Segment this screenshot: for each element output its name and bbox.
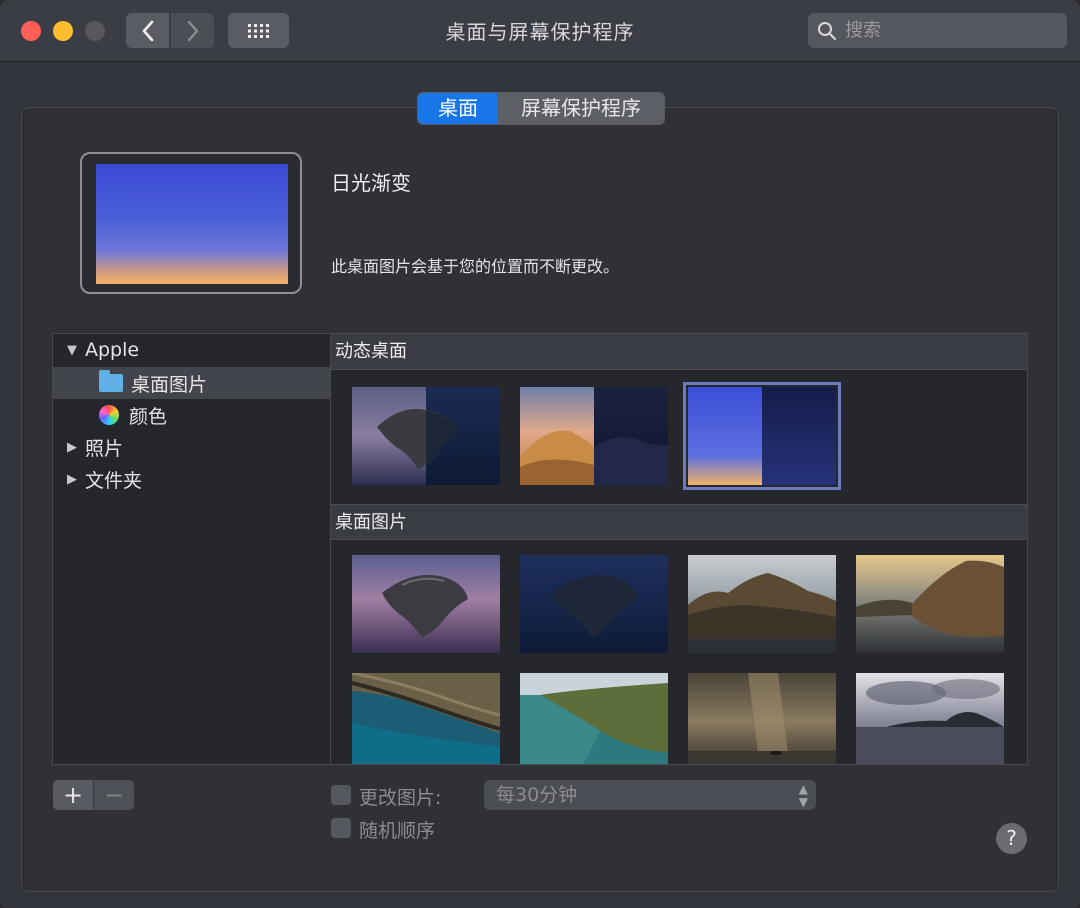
sidebar-item-colors[interactable]: 颜色 xyxy=(53,399,376,431)
sidebar-item-photos[interactable]: ▶ 照片 xyxy=(53,431,344,463)
interval-value: 每30分钟 xyxy=(496,784,578,806)
change-picture-checkbox[interactable] xyxy=(331,785,351,805)
wallpaper-image xyxy=(856,555,1004,653)
tab-bar: 桌面 屏幕保护程序 xyxy=(417,92,665,125)
wallpaper-thumb-catalina-dynamic[interactable] xyxy=(352,387,500,485)
random-order-label: 随机顺序 xyxy=(359,820,436,842)
disclosure-closed-icon[interactable]: ▶ xyxy=(67,472,85,487)
interval-select[interactable]: 每30分钟 ▲ ▼ xyxy=(484,780,816,810)
wallpaper-thumb-mojave-dynamic[interactable] xyxy=(520,387,668,485)
system-preferences-window: 桌面与屏幕保护程序 桌面 屏幕保护程序 日光渐变 此桌面图片会基于您的位置而不断… xyxy=(0,0,1080,908)
search-field[interactable] xyxy=(808,13,1067,48)
wallpaper-name: 日光渐变 xyxy=(331,171,411,195)
wallpaper-thumb-catalina-evening[interactable] xyxy=(352,555,500,653)
sidebar-item-label: 文件夹 xyxy=(85,469,143,492)
sidebar-item-label: 照片 xyxy=(85,437,124,460)
wallpaper-gallery: 动态桌面 桌面图片 xyxy=(330,333,1028,765)
search-icon xyxy=(818,21,837,40)
remove-folder-button[interactable]: − xyxy=(93,780,134,810)
title-bar: 桌面与屏幕保护程序 xyxy=(0,0,1080,62)
wallpaper-image xyxy=(520,387,668,485)
sidebar-group-apple[interactable]: ▼ Apple xyxy=(53,334,344,366)
disclosure-open-icon[interactable]: ▼ xyxy=(67,343,85,358)
plus-icon: + xyxy=(62,781,84,809)
current-wallpaper-preview xyxy=(80,152,302,294)
color-wheel-icon xyxy=(99,405,119,425)
sidebar-item-desktop-pictures[interactable]: 桌面图片 xyxy=(53,367,376,399)
wallpaper-image xyxy=(352,555,500,653)
wallpaper-image xyxy=(352,387,500,485)
help-button[interactable]: ? xyxy=(996,823,1027,854)
wallpaper-image xyxy=(352,673,500,764)
wallpaper-thumb-catalina-sunbeam[interactable] xyxy=(688,673,836,764)
wallpaper-description: 此桌面图片会基于您的位置而不断更改。 xyxy=(331,257,620,276)
tab-desktop[interactable]: 桌面 xyxy=(418,93,498,124)
section-header-dynamic: 动态桌面 xyxy=(331,334,1027,370)
wallpaper-image xyxy=(688,387,836,485)
minus-icon: − xyxy=(103,781,125,809)
wallpaper-image xyxy=(688,673,836,764)
random-order-checkbox[interactable] xyxy=(331,818,351,838)
search-input[interactable] xyxy=(843,19,1047,42)
disclosure-closed-icon[interactable]: ▶ xyxy=(67,440,85,455)
folder-icon xyxy=(99,370,123,392)
wallpaper-image xyxy=(520,555,668,653)
add-folder-button[interactable]: + xyxy=(53,780,93,810)
wallpaper-image xyxy=(688,555,836,653)
sidebar-item-label: 桌面图片 xyxy=(131,373,208,396)
sidebar-item-label: 颜色 xyxy=(129,405,168,428)
updown-arrows-icon: ▲ ▼ xyxy=(798,782,808,809)
source-sidebar: ▼ Apple 桌面图片 颜色 ▶ 照片 ▶ 文件夹 xyxy=(52,333,376,765)
wallpaper-image xyxy=(856,673,1004,764)
change-picture-label: 更改图片: xyxy=(359,787,442,809)
wallpaper-thumb-solar-gradients[interactable] xyxy=(683,382,841,490)
wallpaper-thumb-catalina-rocks[interactable] xyxy=(688,555,836,653)
wallpaper-thumb-catalina-coast[interactable] xyxy=(520,673,668,764)
wallpaper-image xyxy=(520,673,668,764)
wallpaper-thumb-catalina-night[interactable] xyxy=(520,555,668,653)
wallpaper-thumb-catalina-island[interactable] xyxy=(856,673,1004,764)
wallpaper-thumb-catalina-strata[interactable] xyxy=(352,673,500,764)
section-header-pictures: 桌面图片 xyxy=(331,504,1027,540)
tab-screen-saver[interactable]: 屏幕保护程序 xyxy=(498,93,664,124)
sidebar-item-folders[interactable]: ▶ 文件夹 xyxy=(53,463,344,495)
question-icon: ? xyxy=(1006,826,1017,850)
current-wallpaper-image xyxy=(96,164,288,284)
wallpaper-thumb-catalina-cliff[interactable] xyxy=(856,555,1004,653)
sidebar-group-label: Apple xyxy=(85,339,140,361)
